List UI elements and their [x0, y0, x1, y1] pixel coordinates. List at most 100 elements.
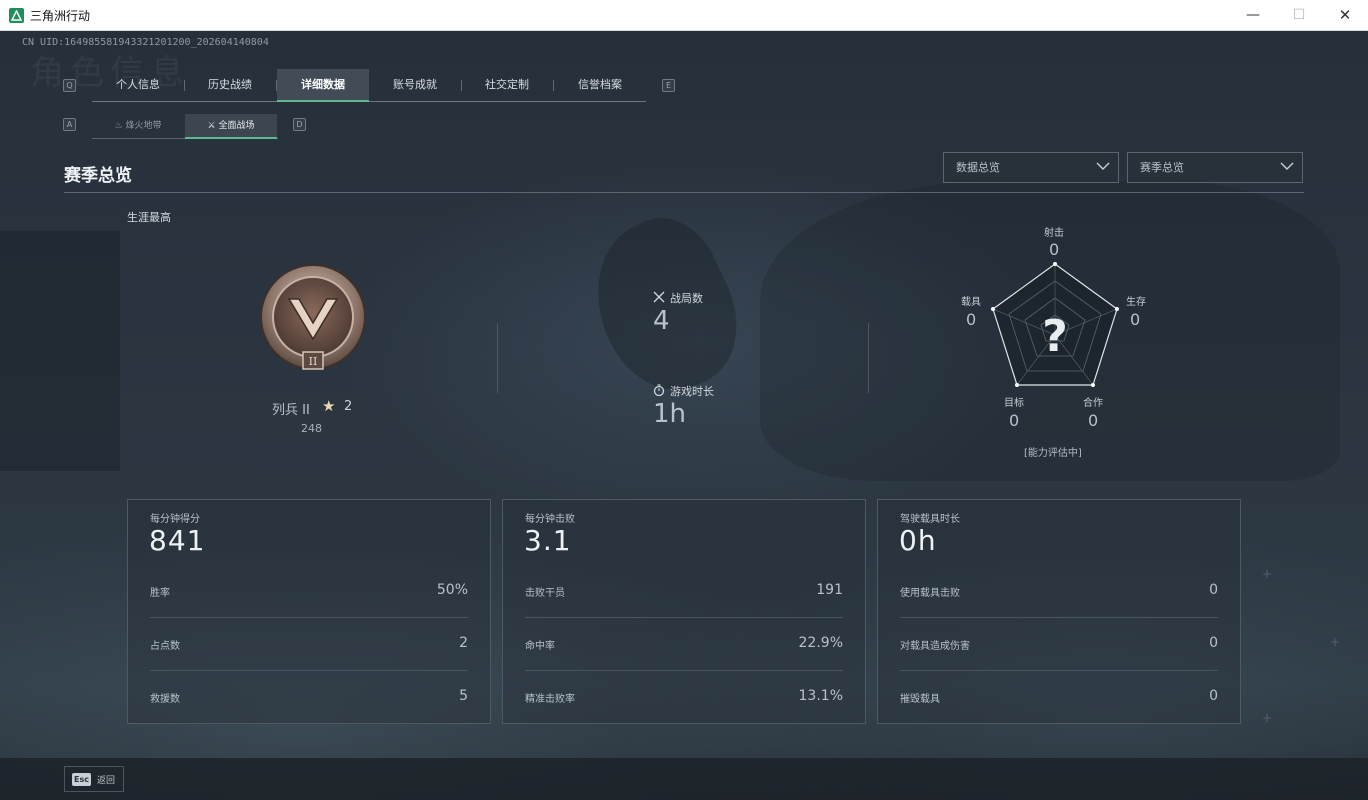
tab-next-key-hint: E [662, 79, 675, 92]
card-heading: 每分钟击败 [525, 514, 575, 525]
svg-text:II: II [309, 355, 318, 368]
card-main-value: 841 [149, 524, 206, 557]
subtab-prev-key-hint: A [63, 118, 76, 131]
playtime-label: 游戏时长 [670, 385, 714, 398]
tab-detailed-data[interactable]: 详细数据 [277, 69, 369, 102]
radar-status-note: [能力评估中] [1024, 448, 1082, 459]
subtab-next-key-hint: D [293, 118, 306, 131]
star-icon: ★ [322, 397, 336, 415]
stat-value: 22.9% [798, 635, 843, 651]
radar-label-shooting: 射击 [1044, 228, 1064, 239]
user-uid: CN UID:1649855819433212012​00_2026041408… [22, 37, 269, 48]
subtab-label: 烽火地带 [125, 121, 162, 131]
radar-value-teamwork: 0 [1088, 411, 1099, 430]
stat-row: 使用载具击败 0 [900, 580, 1218, 602]
season-overview-dropdown[interactable]: 赛季总览 [1127, 152, 1303, 183]
radar-value-survival: 0 [1130, 310, 1141, 329]
stat-row: 击败干员 191 [525, 580, 843, 602]
tab-history[interactable]: 历史战绩 [184, 69, 276, 102]
tab-prev-key-hint: Q [63, 79, 76, 92]
rank-star-count: 2 [344, 399, 353, 414]
tab-social[interactable]: 社交定制 [461, 69, 553, 102]
playtime-value: 1h [653, 399, 687, 429]
rank-score: 248 [301, 422, 322, 435]
radar-label-objective: 目标 [1004, 398, 1024, 409]
minimize-button[interactable]: — [1230, 0, 1276, 31]
card-main-value: 0h [899, 524, 937, 557]
main-content: 角色信息 + + + CN UID:1649855819433212012​00… [0, 31, 1368, 800]
stat-label: 占点数 [150, 641, 180, 652]
row-divider [900, 670, 1218, 671]
maximize-button[interactable]: ☐ [1276, 0, 1322, 31]
radar-value-shooting: 0 [1049, 240, 1060, 259]
subtab-battlefield[interactable]: ⚔ 全面战场 [185, 114, 277, 139]
stat-label: 救援数 [150, 694, 180, 705]
subtab-label: 全面战场 [218, 121, 255, 131]
radar-label-vehicle: 载具 [961, 297, 981, 308]
radar-label-survival: 生存 [1126, 297, 1146, 308]
stat-value: 0 [1209, 688, 1218, 704]
game-window: 三角洲行动 — ☐ ✕ 角色信息 + + + CN UID:1649855819… [0, 0, 1368, 800]
rank-badge-icon: II [260, 264, 366, 370]
tab-personal-info[interactable]: 个人信息 [92, 69, 184, 102]
battles-label: 战局数 [670, 292, 703, 305]
radar-value-objective: 0 [1009, 411, 1020, 430]
stat-value: 0 [1209, 635, 1218, 651]
stat-row: 命中率 22.9% [525, 633, 843, 655]
background-building [0, 231, 120, 471]
stat-label: 击败干员 [525, 588, 565, 599]
radar-label-teamwork: 合作 [1083, 398, 1103, 409]
crosshair-decoration: + [1262, 567, 1273, 581]
stat-label: 精准击败率 [525, 694, 575, 705]
card-heading: 每分钟得分 [150, 514, 200, 525]
card-main-value: 3.1 [524, 524, 572, 557]
chevron-down-icon [1096, 162, 1110, 170]
stat-row: 救援数 5 [150, 686, 468, 708]
stat-row: 胜率 50% [150, 580, 468, 602]
stat-value: 2 [459, 635, 468, 651]
vehicle-stats-card: 驾驶载具时长 0h 使用载具击败 0 对载具造成伤害 0 摧毁载具 0 [877, 499, 1241, 724]
stat-label: 对载具造成伤害 [900, 641, 970, 652]
battles-value: 4 [653, 306, 670, 336]
column-divider [497, 323, 498, 393]
crossed-swords-icon [653, 291, 665, 303]
career-best-label: 生涯最高 [127, 211, 171, 224]
stat-label: 摧毁载具 [900, 694, 940, 705]
dropdown-label: 数据总览 [956, 161, 1000, 174]
column-divider [868, 323, 869, 393]
title-bar: 三角洲行动 — ☐ ✕ [0, 0, 1368, 31]
score-stats-card: 每分钟得分 841 胜率 50% 占点数 2 救援数 5 [127, 499, 491, 724]
row-divider [150, 670, 468, 671]
kill-stats-card: 每分钟击败 3.1 击败干员 191 命中率 22.9% 精准击败率 13.1% [502, 499, 866, 724]
row-divider [900, 617, 1218, 618]
stat-value: 5 [459, 688, 468, 704]
subtab-firezone[interactable]: ♨ 烽火地带 [92, 114, 184, 139]
tab-achievements[interactable]: 账号成就 [369, 69, 461, 102]
window-title: 三角洲行动 [30, 9, 91, 23]
row-divider [525, 670, 843, 671]
esc-key-icon: Esc [72, 773, 91, 786]
card-heading: 驾驶载具时长 [900, 514, 960, 525]
data-overview-dropdown[interactable]: 数据总览 [943, 152, 1119, 183]
app-logo-icon [9, 8, 24, 23]
close-button[interactable]: ✕ [1322, 0, 1368, 31]
section-divider [64, 192, 1304, 193]
crosshair-decoration: + [1262, 711, 1273, 725]
rank-name: 列兵 II [272, 403, 310, 418]
main-tab-bar: 个人信息 历史战绩 详细数据 账号成就 社交定制 信誉档案 [92, 69, 646, 102]
tab-reputation[interactable]: 信誉档案 [554, 69, 646, 102]
stat-label: 胜率 [150, 588, 170, 599]
stat-value: 0 [1209, 582, 1218, 598]
back-button[interactable]: Esc 返回 [64, 766, 124, 792]
section-title: 赛季总览 [64, 166, 132, 186]
stat-value: 50% [436, 582, 468, 598]
dropdown-label: 赛季总览 [1140, 161, 1184, 174]
stat-row: 占点数 2 [150, 633, 468, 655]
radar-value-vehicle: 0 [966, 310, 977, 329]
stat-value: 13.1% [798, 688, 843, 704]
battlefield-icon: ⚔ [207, 121, 216, 131]
stat-value: 191 [816, 582, 843, 598]
stat-label: 使用载具击败 [900, 588, 960, 599]
ability-radar-chart: ? [991, 262, 1119, 387]
stopwatch-icon [653, 384, 665, 396]
